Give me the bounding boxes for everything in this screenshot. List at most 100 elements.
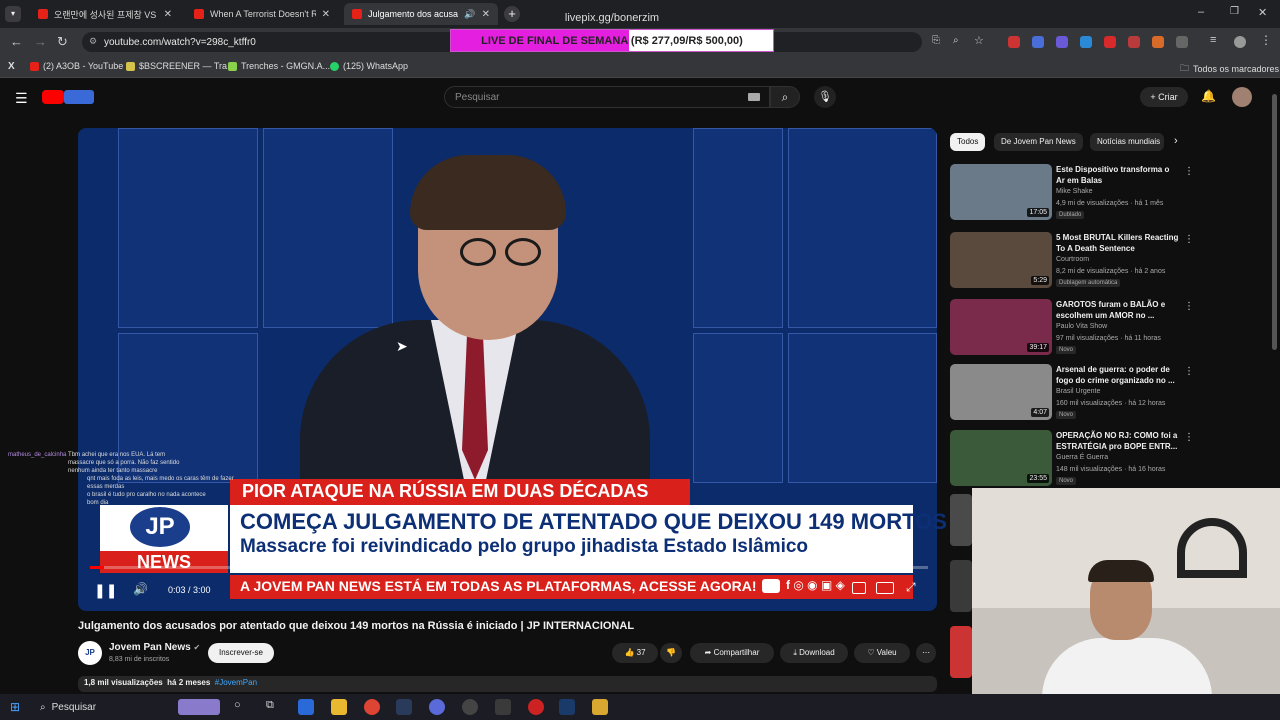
taskbar-search[interactable]: ⌕ Pesquisar [34, 697, 174, 717]
create-button[interactable]: + Criar [1140, 87, 1188, 107]
extension-icon[interactable] [1056, 36, 1068, 48]
bookmark-item[interactable]: (2) A3OB - YouTube [30, 61, 123, 71]
install-app-icon[interactable]: ⎘ [932, 35, 940, 46]
video-thumbnail[interactable]: 5:29 [950, 232, 1052, 288]
miniplayer-icon[interactable] [876, 582, 894, 594]
discord-icon[interactable] [429, 699, 445, 715]
taskbar-app-icon[interactable] [396, 699, 412, 715]
channel-name[interactable]: Jovem Pan News ✔ [109, 642, 200, 653]
subscribe-button[interactable]: Inscrever-se [208, 643, 274, 663]
thanks-button[interactable]: ♡ Valeu [854, 643, 910, 663]
video-progress-bar[interactable] [90, 566, 928, 569]
pause-button[interactable]: ❚❚ [94, 582, 117, 599]
video-thumbnail[interactable]: 23:55 [950, 430, 1052, 486]
media-controls-icon[interactable]: ≡ [1210, 34, 1216, 46]
search-button[interactable]: ⌕ [770, 86, 800, 108]
chrome-icon[interactable] [364, 699, 380, 715]
taskbar-app-icon[interactable] [495, 699, 511, 715]
headline-subtitle: Massacre foi reivindicado pelo grupo jih… [240, 536, 809, 557]
more-options-icon[interactable]: ⋮ [1184, 366, 1194, 377]
chip-all[interactable]: Todos [950, 133, 986, 151]
keyboard-icon[interactable] [748, 93, 760, 101]
plus-icon: + [1150, 92, 1159, 102]
bookmark-item[interactable]: $BSCREENER — Tra... [126, 61, 235, 71]
forward-icon[interactable]: → [34, 34, 47, 49]
more-actions-button[interactable]: ⋯ [916, 643, 936, 663]
hamburger-menu-icon[interactable]: ☰ [15, 90, 28, 107]
x-bookmark[interactable]: X [8, 61, 15, 72]
zoom-icon[interactable]: ⌕ [953, 35, 959, 46]
extension-icon[interactable] [1152, 36, 1164, 48]
video-thumbnail[interactable]: 39:17 [950, 299, 1052, 355]
bookmark-item[interactable]: (125) WhatsApp [330, 61, 408, 71]
recommendation-card[interactable]: 17:05 Este Dispositivo transforma o Ar e… [950, 164, 1198, 222]
profile-avatar-icon[interactable] [1234, 36, 1246, 48]
more-options-icon[interactable]: ⋮ [1184, 301, 1194, 312]
video-thumbnail[interactable]: 4:07 [950, 364, 1052, 420]
dislike-button[interactable]: 👎 [660, 643, 682, 663]
download-button[interactable]: ⤓ Download [780, 643, 848, 663]
page-scrollbar[interactable] [1272, 94, 1277, 350]
video-thumbnail[interactable]: 17:05 [950, 164, 1052, 220]
voice-search-button[interactable]: 🎙 [814, 86, 836, 108]
thanks-icon: ♡ [867, 648, 877, 657]
video-thumbnail[interactable] [950, 626, 972, 678]
taskbar-app-icon[interactable] [298, 699, 314, 715]
chevron-right-icon[interactable]: › [1174, 135, 1178, 147]
video-thumbnail[interactable] [950, 494, 972, 546]
recommendation-card[interactable]: 39:17 GAROTOS furam o BALÃO e escolhem u… [950, 299, 1198, 357]
volume-icon[interactable]: 🔊 [133, 582, 148, 596]
settings-icon[interactable] [852, 582, 866, 594]
all-bookmarks[interactable]: 🗀 Todos os marcadores [1180, 61, 1279, 77]
chip-channel[interactable]: De Jovem Pan News [994, 133, 1083, 151]
notifications-bell-icon[interactable]: 🔔 [1201, 89, 1216, 103]
recommendation-card[interactable]: 4:07 Arsenal de guerra: o poder de fogo … [950, 364, 1198, 422]
extension-icon[interactable] [1032, 36, 1044, 48]
search-input[interactable]: Pesquisar [444, 86, 770, 108]
video-thumbnail[interactable] [950, 560, 972, 612]
back-icon[interactable]: ← [10, 34, 23, 49]
site-info-icon[interactable]: ⚙ [89, 36, 97, 47]
youtube-logo[interactable] [42, 90, 64, 104]
extension-icon[interactable] [1080, 36, 1092, 48]
opera-icon[interactable] [528, 699, 544, 715]
screener-icon [126, 61, 135, 71]
chip-world-news[interactable]: Notícias mundiais [1090, 133, 1164, 151]
taskbar-app-icon[interactable] [592, 699, 608, 715]
more-icon: ⋯ [922, 648, 930, 657]
thumbs-up-icon: 👍 [624, 648, 637, 657]
bookmark-star-icon[interactable]: ☆ [974, 34, 984, 47]
file-explorer-icon[interactable] [331, 699, 347, 715]
close-window-icon[interactable]: ✕ [1258, 6, 1267, 19]
obs-icon[interactable] [462, 699, 478, 715]
steam-icon[interactable] [559, 699, 575, 715]
video-description[interactable]: 1,8 mil visualizações há 2 meses #JovemP… [78, 676, 937, 692]
channel-avatar[interactable]: JP [78, 641, 102, 665]
extension-icon[interactable] [1104, 36, 1116, 48]
extension-icon[interactable] [1008, 36, 1020, 48]
folder-icon: 🗀 [1180, 63, 1190, 73]
account-avatar[interactable] [1232, 87, 1252, 107]
more-options-icon[interactable]: ⋮ [1184, 432, 1194, 443]
widget-icon[interactable] [178, 699, 220, 715]
recommendation-card[interactable]: 5:29 5 Most BRUTAL Killers Reacting To A… [950, 232, 1198, 290]
share-button[interactable]: ➦ Compartilhar [690, 643, 774, 663]
extensions-puzzle-icon[interactable] [1176, 36, 1188, 48]
studio-panel [788, 333, 937, 483]
headline-tag: PIOR ATAQUE NA RÚSSIA EM DUAS DÉCADAS [230, 479, 690, 505]
jp-news-logo: JP NEWS [100, 505, 228, 573]
bookmark-item[interactable]: Trenches - GMGN.A... [228, 61, 330, 71]
task-view-icon[interactable]: ⧉ [266, 699, 274, 712]
fullscreen-icon[interactable]: ⤢ [906, 580, 916, 595]
extension-icon[interactable] [1128, 36, 1140, 48]
browser-menu-icon[interactable]: ⋮ [1260, 33, 1272, 47]
windows-start-icon[interactable]: ⊞ [10, 700, 20, 714]
reload-icon[interactable]: ↻ [57, 34, 68, 50]
recommendation-card[interactable]: 23:55 OPERAÇÃO NO RJ: COMO foi a ESTRATÉ… [950, 430, 1198, 488]
more-options-icon[interactable]: ⋮ [1184, 234, 1194, 245]
video-time: 0:03 / 3:00 [168, 585, 211, 595]
cortana-icon[interactable]: ○ [234, 699, 241, 711]
like-button[interactable]: 👍 37 [612, 643, 658, 663]
restore-icon[interactable]: ❐ [1230, 6, 1239, 17]
more-options-icon[interactable]: ⋮ [1184, 166, 1194, 177]
